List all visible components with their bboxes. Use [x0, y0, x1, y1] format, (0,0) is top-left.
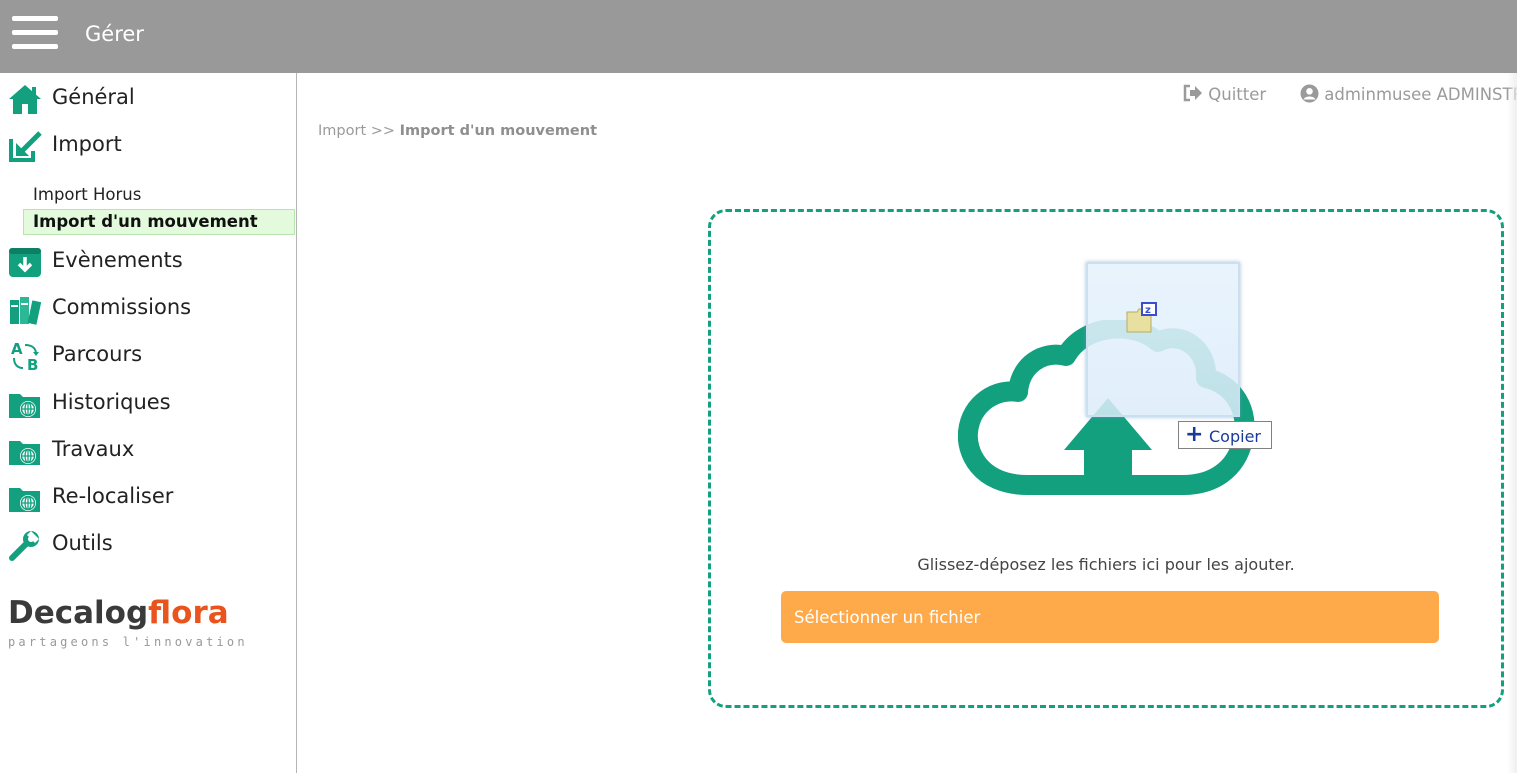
- plus-icon: +: [1185, 422, 1204, 447]
- breadcrumb-current: Import d'un mouvement: [399, 123, 598, 139]
- sidebar-item-parcours[interactable]: A B Parcours: [0, 335, 296, 375]
- sidebar-subitem-label: Import d'un mouvement: [33, 212, 258, 231]
- sidebar-subitem-import-mouvement[interactable]: Import d'un mouvement: [23, 209, 295, 235]
- quit-label: Quitter: [1208, 85, 1267, 104]
- svg-text:A: A: [11, 340, 23, 358]
- sign-out-icon: [1183, 84, 1202, 102]
- download-box-icon: [9, 248, 41, 277]
- user-circle-icon: [1300, 84, 1319, 103]
- user-menu[interactable]: adminmusee ADMINSTR: [1300, 84, 1517, 104]
- breadcrumb-separator: >>: [370, 123, 396, 139]
- sidebar-item-label: Outils: [52, 531, 113, 555]
- sidebar-item-label: Import: [52, 132, 122, 156]
- sidebar-item-label: Parcours: [52, 342, 143, 366]
- sidebar-item-travaux[interactable]: Travaux: [0, 430, 296, 470]
- hamburger-icon[interactable]: [12, 16, 58, 50]
- sidebar-item-import[interactable]: Import: [0, 125, 296, 165]
- sidebar-subitem-import-horus[interactable]: Import Horus: [23, 182, 295, 208]
- ab-route-icon: A B: [11, 340, 39, 373]
- home-icon: [9, 85, 41, 114]
- sidebar-item-label: Commissions: [52, 295, 192, 319]
- folder-globe-icon: [9, 488, 40, 512]
- sidebar-item-evenements[interactable]: Evènements: [0, 241, 296, 281]
- sidebar-item-outils[interactable]: Outils: [0, 524, 296, 564]
- decalog-flora-logo: Decalogflora partageons l'innovation: [8, 595, 268, 655]
- select-file-label: Sélectionner un fichier: [794, 608, 981, 627]
- top-bar: Gérer: [0, 0, 1517, 73]
- sidebar: Général Import Import Horus Import d'un …: [0, 73, 297, 773]
- sidebar-item-label: Historiques: [52, 390, 171, 414]
- breadcrumb: Import >> Import d'un mouvement: [318, 123, 597, 139]
- books-icon: [10, 297, 42, 325]
- dragged-file-preview: z: [1086, 262, 1240, 417]
- sidebar-item-label: Général: [52, 85, 135, 109]
- sidebar-item-commissions[interactable]: Commissions: [0, 288, 296, 328]
- folder-globe-icon: [9, 394, 40, 418]
- wrench-icon: [9, 531, 39, 561]
- sidebar-subitem-label: Import Horus: [33, 185, 142, 204]
- sidebar-item-relocaliser[interactable]: Re-localiser: [0, 477, 296, 517]
- svg-text:z: z: [1145, 305, 1151, 316]
- sidebar-item-label: Re-localiser: [52, 484, 174, 508]
- sidebar-item-label: Travaux: [52, 437, 135, 461]
- svg-text:B: B: [27, 356, 38, 373]
- user-label: adminmusee ADMINSTR: [1324, 85, 1517, 104]
- app-title: Gérer: [85, 22, 144, 46]
- sidebar-item-historiques[interactable]: Historiques: [0, 383, 296, 423]
- select-file-button[interactable]: Sélectionner un fichier: [781, 591, 1439, 643]
- quit-link[interactable]: Quitter: [1183, 84, 1266, 104]
- logo-product: flora: [148, 595, 229, 631]
- scrollbar-track[interactable]: [1507, 73, 1517, 773]
- archive-file-icon: z: [1126, 302, 1157, 333]
- logo-brand: Decalog: [8, 595, 149, 631]
- import-icon: [9, 131, 42, 162]
- logo-tagline: partageons l'innovation: [8, 635, 248, 649]
- sidebar-item-label: Evènements: [52, 248, 183, 272]
- drag-copy-label: Copier: [1209, 427, 1261, 446]
- dropzone-hint: Glissez-déposez les fichiers ici pour le…: [917, 555, 1295, 574]
- breadcrumb-parent[interactable]: Import: [318, 123, 366, 139]
- drag-copy-tooltip: + Copier: [1178, 421, 1272, 449]
- folder-globe-icon: [9, 441, 40, 465]
- sidebar-item-general[interactable]: Général: [0, 78, 296, 118]
